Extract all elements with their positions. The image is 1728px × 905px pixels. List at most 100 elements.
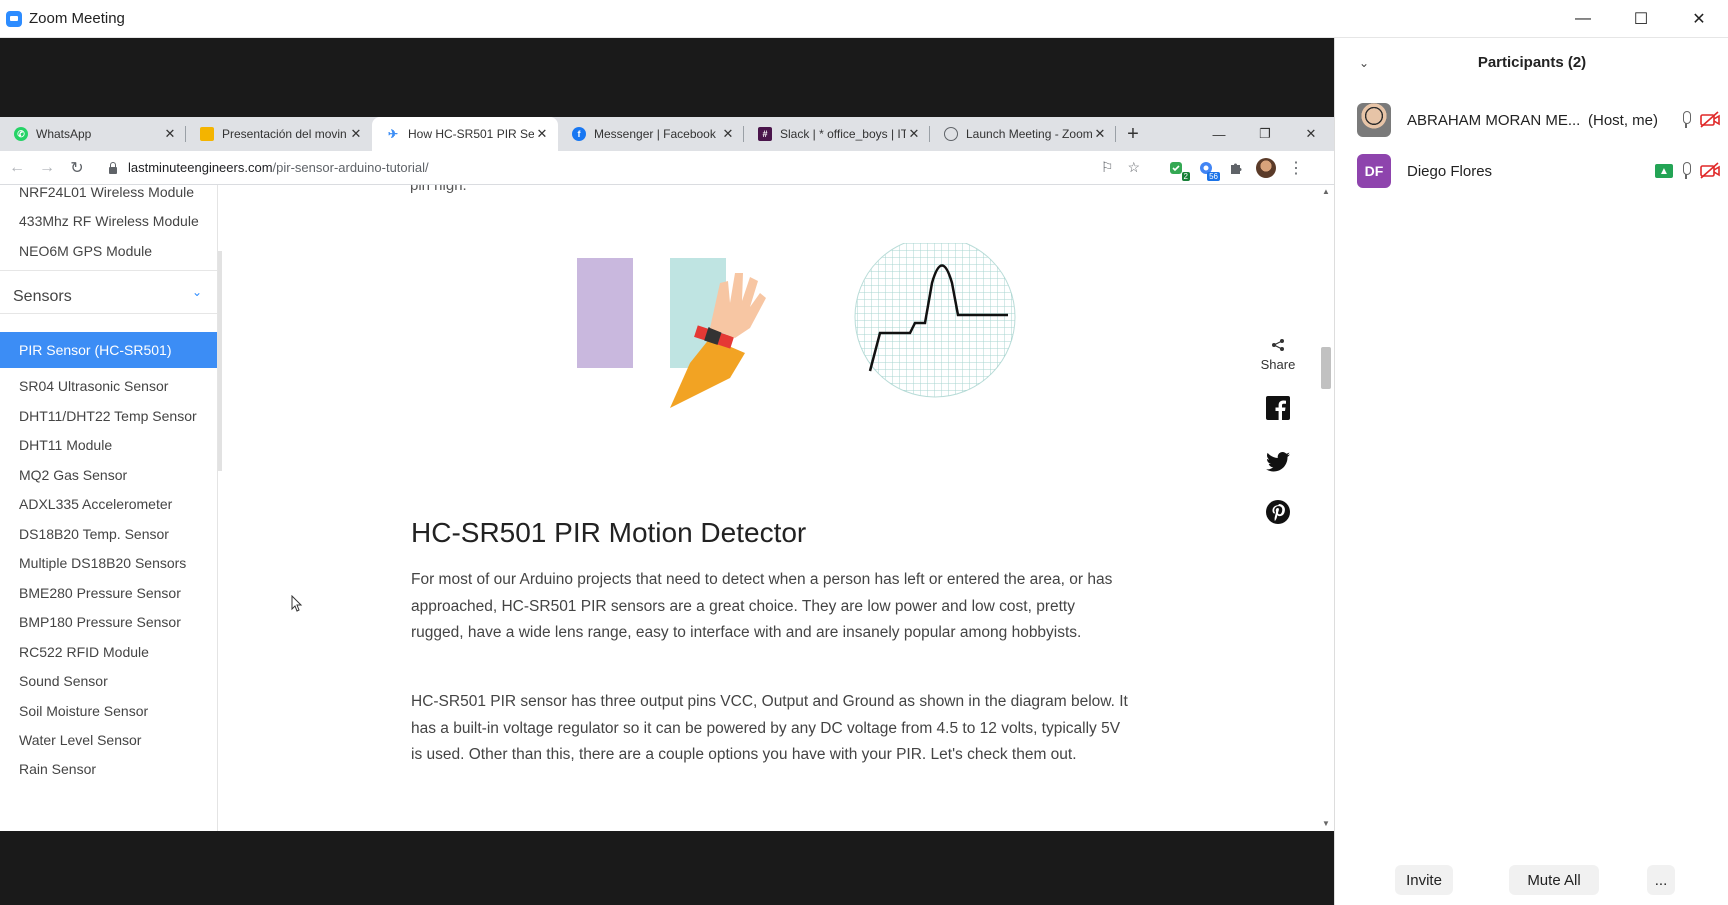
divider — [0, 270, 217, 271]
url-path: /pir-sensor-arduino-tutorial/ — [272, 160, 429, 175]
browser-toolbar: ← → ↻ lastminuteengineers.com /pir-senso… — [0, 151, 1334, 185]
minimize-button[interactable]: — — [1554, 0, 1612, 38]
sidebar-item-433mhz[interactable]: 433Mhz RF Wireless Module — [19, 213, 199, 229]
sidebar-item-sr04[interactable]: SR04 Ultrasonic Sensor — [19, 378, 168, 394]
scroll-down-icon[interactable]: ▼ — [1322, 819, 1330, 828]
sidebar-item-water-level[interactable]: Water Level Sensor — [19, 732, 141, 748]
sidebar-item-mq2[interactable]: MQ2 Gas Sensor — [19, 467, 127, 483]
sidebar-item-multiple-ds18b20[interactable]: Multiple DS18B20 Sensors — [19, 555, 186, 571]
more-options-button[interactable]: ... — [1647, 865, 1675, 895]
sidebar-item-nrf24l01[interactable]: NRF24L01 Wireless Module — [19, 185, 194, 200]
tab-strip: ✆ WhatsApp ✕ Presentación del movin ✕ ✈ … — [0, 117, 1334, 151]
slides-icon — [200, 127, 214, 141]
lock-icon — [108, 161, 118, 174]
participant-name: ABRAHAM MORAN ME... — [1407, 111, 1581, 129]
sidebar-nav: NRF24L01 Wireless Module 433Mhz RF Wirel… — [0, 185, 218, 831]
sidebar-item-sound[interactable]: Sound Sensor — [19, 673, 108, 689]
video-off-icon[interactable] — [1699, 111, 1721, 129]
participant-name: Diego Flores — [1407, 162, 1493, 180]
tab-title: How HC-SR501 PIR Ser — [408, 127, 534, 141]
participants-title: Participants (2) — [1477, 54, 1587, 71]
sidebar-item-bme280[interactable]: BME280 Pressure Sensor — [19, 585, 181, 601]
mute-all-button[interactable]: Mute All — [1509, 865, 1599, 895]
window-title: Zoom Meeting — [29, 10, 125, 27]
page-scrollbar[interactable]: ▲ ▼ — [1318, 185, 1334, 831]
tab-whatsapp[interactable]: ✆ WhatsApp ✕ — [0, 117, 186, 151]
url-host: lastminuteengineers.com — [128, 160, 273, 175]
reload-button[interactable]: ↻ — [64, 155, 90, 181]
tab-title: Messenger | Facebook — [594, 127, 716, 141]
tab-presentacion[interactable]: Presentación del movin ✕ — [186, 117, 372, 151]
sidebar-item-ds18b20[interactable]: DS18B20 Temp. Sensor — [19, 526, 169, 542]
browser-close-button[interactable]: ✕ — [1288, 117, 1334, 151]
sidebar-scrollbar[interactable] — [218, 251, 222, 471]
facebook-icon: f — [572, 127, 586, 141]
profile-avatar[interactable] — [1256, 157, 1276, 178]
sidebar-item-dht11-dht22[interactable]: DHT11/DHT22 Temp Sensor — [19, 408, 197, 424]
omnibox-icons: ⚐ ☆ — [1101, 154, 1140, 182]
article-heading: HC-SR501 PIR Motion Detector — [411, 517, 807, 548]
address-bar[interactable]: lastminuteengineers.com /pir-sensor-ardu… — [100, 154, 1140, 182]
tab-messenger[interactable]: f Messenger | Facebook ✕ — [558, 117, 744, 151]
back-button[interactable]: ← — [4, 155, 30, 181]
sidebar-item-rain[interactable]: Rain Sensor — [19, 761, 96, 777]
cut-off-text: pin high. — [410, 185, 467, 194]
scroll-up-icon[interactable]: ▲ — [1322, 187, 1330, 196]
sidebar-item-adxl335[interactable]: ADXL335 Accelerometer — [19, 496, 172, 512]
browser-window-controls: — ❐ ✕ — [1196, 117, 1334, 151]
tab-close-icon[interactable]: ✕ — [534, 126, 550, 142]
browser-minimize-button[interactable]: — — [1196, 117, 1242, 151]
sidebar-item-neo6m[interactable]: NEO6M GPS Module — [19, 243, 152, 259]
tab-title: Presentación del movin — [222, 127, 347, 141]
forward-button[interactable]: → — [34, 155, 60, 181]
participant-row[interactable]: ABRAHAM MORAN ME... (Host, me) — [1335, 100, 1728, 140]
slack-icon: # — [758, 127, 772, 141]
participant-row[interactable]: DF Diego Flores ▲ — [1335, 151, 1728, 191]
browser-restore-button[interactable]: ❐ — [1242, 117, 1288, 151]
pinterest-icon[interactable] — [1266, 500, 1290, 524]
participants-footer: Invite Mute All ... — [1335, 865, 1728, 895]
tab-title: Launch Meeting - Zoom — [966, 127, 1092, 141]
extensions-area: 2 56 ⋮ — [1166, 157, 1306, 181]
bookmark-star-icon[interactable]: ☆ — [1127, 159, 1140, 176]
whatsapp-icon: ✆ — [14, 127, 28, 141]
sidebar-group-sensors[interactable]: Sensors — [13, 288, 72, 306]
sidebar-item-dht11-module[interactable]: DHT11 Module — [19, 437, 112, 453]
tab-launch-meeting[interactable]: Launch Meeting - Zoom ✕ — [930, 117, 1116, 151]
scrollbar-thumb[interactable] — [1321, 347, 1331, 389]
avatar: DF — [1357, 154, 1391, 188]
twitter-icon[interactable] — [1266, 450, 1290, 474]
tab-close-icon[interactable]: ✕ — [348, 126, 364, 142]
sidebar-item-soil[interactable]: Soil Moisture Sensor — [19, 703, 148, 719]
close-button[interactable]: ✕ — [1670, 0, 1728, 38]
share-label: Share — [1260, 357, 1296, 372]
tab-pir-sensor[interactable]: ✈ How HC-SR501 PIR Ser ✕ — [372, 117, 558, 151]
tab-close-icon[interactable]: ✕ — [162, 126, 178, 142]
tab-close-icon[interactable]: ✕ — [906, 126, 922, 142]
ext-green-icon[interactable]: 2 — [1166, 158, 1190, 181]
microphone-icon[interactable] — [1679, 111, 1693, 129]
tab-close-icon[interactable]: ✕ — [720, 126, 736, 142]
participants-header: ⌄ Participants (2) — [1335, 54, 1728, 78]
sidebar-item-bmp180[interactable]: BMP180 Pressure Sensor — [19, 614, 181, 630]
tab-close-icon[interactable]: ✕ — [1092, 126, 1108, 142]
ext-blue-icon[interactable]: 56 — [1196, 158, 1220, 181]
participants-panel: ⌄ Participants (2) ABRAHAM MORAN ME... (… — [1334, 38, 1728, 905]
facebook-icon[interactable] — [1266, 396, 1290, 420]
tab-title: WhatsApp — [36, 127, 92, 141]
sidebar-item-pir-sensor[interactable]: PIR Sensor (HC-SR501) — [0, 332, 217, 368]
tab-slack[interactable]: # Slack | * office_boys | IT ✕ — [744, 117, 930, 151]
chevron-down-icon[interactable]: ⌄ — [192, 285, 202, 299]
translate-icon[interactable]: ⚐ — [1101, 159, 1114, 176]
puzzle-icon[interactable] — [1226, 158, 1246, 178]
invite-button[interactable]: Invite — [1395, 865, 1453, 895]
tab-separator — [1115, 126, 1116, 142]
video-off-icon[interactable] — [1699, 162, 1721, 180]
browser-menu-icon[interactable]: ⋮ — [1286, 158, 1306, 178]
microphone-icon[interactable] — [1679, 162, 1693, 180]
share-icon[interactable] — [1266, 333, 1290, 357]
sidebar-item-rc522[interactable]: RC522 RFID Module — [19, 644, 149, 660]
new-tab-button[interactable]: + — [1116, 117, 1150, 151]
tab-title: Slack | * office_boys | IT — [780, 127, 906, 141]
maximize-button[interactable]: ☐ — [1612, 0, 1670, 38]
